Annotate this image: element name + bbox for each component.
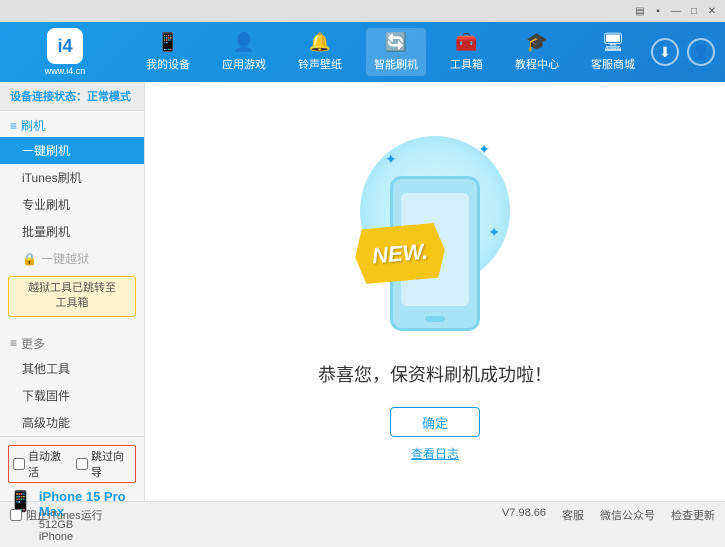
sidebar-item-advanced[interactable]: 高级功能 (0, 409, 144, 436)
sidebar-more-header: ≡ 更多 (0, 329, 144, 355)
sidebar-item-batch[interactable]: 批量刷机 (0, 218, 144, 245)
service-icon: 🖥 (602, 32, 625, 53)
nav-item-tutorial[interactable]: 🎓 教程中心 (507, 28, 567, 76)
skip-guide-label: 跳过向导 (91, 448, 131, 480)
sidebar-notice: 越狱工具已跳转至工具箱 (8, 276, 136, 317)
footer-service[interactable]: 客服 (562, 507, 584, 523)
device-area: 自动激活 跳过向导 📱 iPhone 15 Pro Max 512GB iPho… (0, 436, 144, 547)
auto-activate-item[interactable]: 自动激活 (13, 448, 68, 480)
footer-right: V7.98.66 客服 微信公众号 检查更新 (502, 507, 715, 523)
nav-item-service[interactable]: 🖥 客服商城 (583, 28, 643, 76)
apps-icon: 👤 (233, 32, 255, 53)
ringtone-icon: 🔔 (309, 32, 331, 53)
new-ribbon: NEW. (353, 222, 447, 285)
lock-icon: 🔒 (22, 252, 37, 266)
sidebar-status-value: 正常模式 (87, 91, 131, 103)
nav-items: 📱 我的设备 👤 应用游戏 🔔 铃声壁纸 🔄 智能刷机 🧰 工具箱 🎓 教程中心… (130, 28, 651, 76)
checkbox-row: 自动激活 跳过向导 (8, 445, 136, 483)
nav-item-toolbox[interactable]: 🧰 工具箱 (442, 28, 491, 76)
sidebar-status: 设备连接状态：正常模式 (0, 82, 144, 111)
header-right: ⬇ 👤 (651, 38, 725, 66)
sidebar-item-other-tools[interactable]: 其他工具 (0, 355, 144, 382)
nav-item-ringtone[interactable]: 🔔 铃声壁纸 (290, 28, 350, 76)
auto-activate-label: 自动激活 (28, 448, 68, 480)
flash-icon: 🔄 (385, 32, 407, 53)
sidebar-item-pro[interactable]: 专业刷机 (0, 191, 144, 218)
version-text: V7.98.66 (502, 507, 546, 523)
wifi-icon: ▤ (633, 4, 647, 18)
nav-item-ringtone-label: 铃声壁纸 (298, 56, 342, 72)
nav-item-toolbox-label: 工具箱 (450, 56, 483, 72)
star2-icon: ✦ (478, 141, 490, 158)
flash-section-icon: ≡ (10, 119, 17, 133)
maximize-button[interactable]: □ (687, 4, 701, 18)
auto-activate-checkbox[interactable] (13, 458, 25, 470)
top-bar: ▤ ▪ — □ ✕ (0, 0, 725, 22)
log-link[interactable]: 查看日志 (411, 445, 459, 462)
confirm-button-label: 确定 (422, 413, 448, 432)
logo-text: www.i4.cn (45, 66, 86, 76)
nav-item-mydevice-label: 我的设备 (146, 56, 190, 72)
star1-icon: ✦ (385, 151, 397, 168)
user-button[interactable]: 👤 (687, 38, 715, 66)
sidebar-item-onekey[interactable]: 一键刷机 (0, 137, 144, 164)
mydevice-icon: 📱 (157, 32, 179, 53)
download-button[interactable]: ⬇ (651, 38, 679, 66)
skip-guide-item[interactable]: 跳过向导 (76, 448, 131, 480)
more-section-label: 更多 (21, 335, 45, 352)
nav-item-service-label: 客服商城 (591, 56, 635, 72)
confirm-button[interactable]: 确定 (390, 407, 480, 437)
sidebar-item-itunes[interactable]: iTunes刷机 (0, 164, 144, 191)
skip-guide-checkbox[interactable] (76, 458, 88, 470)
block-itunes-label: 阻止iTunes运行 (26, 507, 103, 523)
sidebar-flash-header: ≡ 刷机 (0, 111, 144, 137)
nav-item-flash[interactable]: 🔄 智能刷机 (366, 28, 426, 76)
toolbox-icon: 🧰 (455, 32, 477, 53)
star3-icon: ✦ (488, 224, 500, 241)
block-itunes-checkbox[interactable] (10, 509, 22, 521)
main-layout: 设备连接状态：正常模式 ≡ 刷机 一键刷机 iTunes刷机 专业刷机 批量刷机… (0, 82, 725, 501)
battery-icon: ▪ (651, 4, 665, 18)
success-illustration: NEW. ✦ ✦ ✦ (325, 121, 545, 341)
flash-section-label: 刷机 (21, 117, 45, 134)
new-ribbon-text: NEW. (371, 238, 429, 269)
footer-wechat[interactable]: 微信公众号 (600, 507, 655, 523)
logo-area: i4 www.i4.cn (0, 28, 130, 76)
footer-update[interactable]: 检查更新 (671, 507, 715, 523)
header: i4 www.i4.cn 📱 我的设备 👤 应用游戏 🔔 铃声壁纸 🔄 智能刷机… (0, 22, 725, 82)
sidebar-notice-text: 越狱工具已跳转至工具箱 (28, 282, 116, 309)
logo-icon: i4 (47, 28, 83, 64)
minimize-button[interactable]: — (669, 4, 683, 18)
success-title: 恭喜您，保资料刷机成功啦！ (318, 361, 552, 387)
jailbreak-label: 一键越狱 (41, 250, 89, 267)
sidebar-item-jailbreak: 🔒 一键越狱 (0, 245, 144, 272)
device-type: iPhone (39, 531, 136, 543)
nav-item-flash-label: 智能刷机 (374, 56, 418, 72)
close-button[interactable]: ✕ (705, 4, 719, 18)
content-area: NEW. ✦ ✦ ✦ 恭喜您，保资料刷机成功啦！ 确定 查看日志 (145, 82, 725, 501)
sidebar: 设备连接状态：正常模式 ≡ 刷机 一键刷机 iTunes刷机 专业刷机 批量刷机… (0, 82, 145, 501)
footer-left: 阻止iTunes运行 (10, 507, 103, 523)
tutorial-icon: 🎓 (526, 32, 548, 53)
phone-home (425, 316, 445, 322)
nav-item-mydevice[interactable]: 📱 我的设备 (138, 28, 198, 76)
sidebar-item-download[interactable]: 下载固件 (0, 382, 144, 409)
nav-item-tutorial-label: 教程中心 (515, 56, 559, 72)
nav-item-apps-label: 应用游戏 (222, 56, 266, 72)
more-section-icon: ≡ (10, 336, 17, 350)
nav-item-apps[interactable]: 👤 应用游戏 (214, 28, 274, 76)
sidebar-status-label: 设备连接状态： (10, 91, 87, 103)
